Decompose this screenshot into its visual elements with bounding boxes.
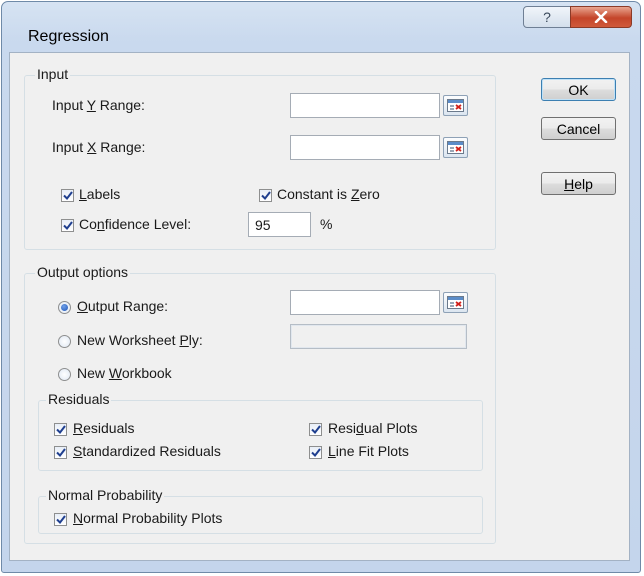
labels-label: Labels: [79, 186, 121, 202]
confidence-level-label: Confidence Level:: [79, 216, 192, 232]
residual-plots-checkbox[interactable]: [309, 423, 322, 436]
ok-button[interactable]: OK: [541, 78, 616, 101]
checkmark-icon: [62, 191, 73, 200]
input-y-range-field[interactable]: [290, 93, 440, 118]
input-x-range-field[interactable]: [290, 135, 440, 160]
confidence-level-field[interactable]: 95: [248, 212, 311, 237]
new-worksheet-field[interactable]: [290, 324, 467, 349]
checkmark-icon: [55, 425, 66, 434]
checkmark-icon: [55, 448, 66, 457]
regression-dialog: Regression ? Input Input Y Range: Input …: [1, 1, 641, 573]
input-y-range-picker[interactable]: [443, 95, 468, 116]
standardized-residuals-checkbox[interactable]: [54, 446, 67, 459]
residuals-label: Residuals: [73, 420, 135, 436]
labels-checkbox[interactable]: [61, 189, 74, 202]
residuals-title: Residuals: [46, 391, 112, 407]
normal-probability-plots-label: Normal Probability Plots: [73, 510, 223, 526]
dialog-title: Regression: [28, 28, 109, 45]
normal-probability-plots-checkbox[interactable]: [54, 513, 67, 526]
checkmark-icon: [310, 448, 321, 457]
new-worksheet-radio[interactable]: [58, 335, 71, 348]
line-fit-plots-label: Line Fit Plots: [328, 443, 409, 459]
line-fit-plots-checkbox[interactable]: [309, 446, 322, 459]
input-x-range-picker[interactable]: [443, 137, 468, 158]
titlebar-close-button[interactable]: [570, 6, 632, 28]
titlebar-help-button[interactable]: ?: [523, 6, 571, 28]
collapse-dialog-icon: [447, 141, 464, 154]
output-range-field[interactable]: [290, 290, 440, 315]
checkmark-icon: [310, 425, 321, 434]
help-button[interactable]: Help: [541, 172, 616, 195]
question-mark-icon: ?: [543, 9, 551, 25]
input-y-range-label: Input Y Range:: [52, 97, 145, 113]
new-workbook-radio[interactable]: [58, 368, 71, 381]
checkmark-icon: [62, 221, 73, 230]
input-x-range-label: Input X Range:: [52, 139, 146, 155]
output-range-picker[interactable]: [443, 292, 468, 313]
dialog-client-area: Input Input Y Range: Input X Range: Labe…: [9, 52, 630, 561]
new-worksheet-label: New Worksheet Ply:: [77, 332, 203, 348]
cancel-button[interactable]: Cancel: [541, 117, 616, 140]
collapse-dialog-icon: [447, 296, 464, 309]
output-range-radio[interactable]: [58, 301, 71, 314]
checkmark-icon: [55, 515, 66, 524]
constant-is-zero-label: Constant is Zero: [277, 186, 380, 202]
collapse-dialog-icon: [447, 99, 464, 112]
new-workbook-label: New Workbook: [77, 365, 172, 381]
percent-sign: %: [320, 216, 333, 232]
constant-is-zero-checkbox[interactable]: [259, 189, 272, 202]
close-icon: [594, 11, 608, 23]
residual-plots-label: Residual Plots: [328, 420, 418, 436]
output-range-label: Output Range:: [77, 298, 169, 314]
checkmark-icon: [260, 191, 271, 200]
radio-selected-dot: [61, 304, 68, 311]
normal-probability-title: Normal Probability: [46, 487, 165, 503]
confidence-level-checkbox[interactable]: [61, 219, 74, 232]
residuals-checkbox[interactable]: [54, 423, 67, 436]
standardized-residuals-label: Standardized Residuals: [73, 443, 221, 459]
input-group-title: Input: [35, 66, 71, 82]
output-options-title: Output options: [35, 264, 131, 280]
